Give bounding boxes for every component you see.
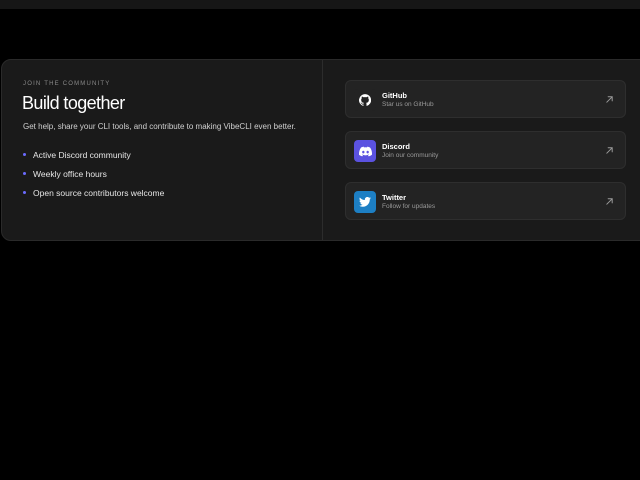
- external-arrow-icon: [606, 198, 613, 205]
- external-arrow-icon: [606, 96, 613, 103]
- list-item-label: Open source contributors welcome: [33, 187, 165, 198]
- discord-link-card[interactable]: Discord Join our community: [345, 131, 626, 169]
- twitter-link-card[interactable]: Twitter Follow for updates: [345, 182, 626, 220]
- list-item: Active Discord community: [23, 145, 164, 164]
- github-link-card[interactable]: GitHub Star us on GitHub: [345, 80, 626, 118]
- section-description: Get help, share your CLI tools, and cont…: [23, 122, 296, 131]
- list-item: Open source contributors welcome: [23, 183, 164, 202]
- github-icon: [354, 89, 376, 111]
- feature-list: Active Discord community Weekly office h…: [23, 145, 164, 202]
- discord-icon: [354, 140, 376, 162]
- section-title: Build together: [22, 93, 125, 113]
- bullet-dot-icon: [23, 172, 26, 175]
- bullet-dot-icon: [23, 191, 26, 194]
- eyebrow-label: JOIN THE COMMUNITY: [23, 81, 111, 87]
- link-subtitle: Join our community: [382, 152, 439, 159]
- link-subtitle: Follow for updates: [382, 203, 436, 210]
- list-item-label: Weekly office hours: [33, 168, 107, 179]
- list-item: Weekly office hours: [23, 164, 164, 183]
- bullet-dot-icon: [23, 153, 26, 156]
- link-name: GitHub: [382, 91, 407, 100]
- top-bar: [0, 0, 640, 9]
- list-item-label: Active Discord community: [33, 149, 131, 160]
- card-divider: [322, 60, 323, 240]
- external-arrow-icon: [606, 147, 613, 154]
- link-name: Twitter: [382, 193, 407, 202]
- link-name: Discord: [382, 142, 410, 151]
- twitter-icon: [354, 191, 376, 213]
- link-subtitle: Star us on GitHub: [382, 101, 434, 108]
